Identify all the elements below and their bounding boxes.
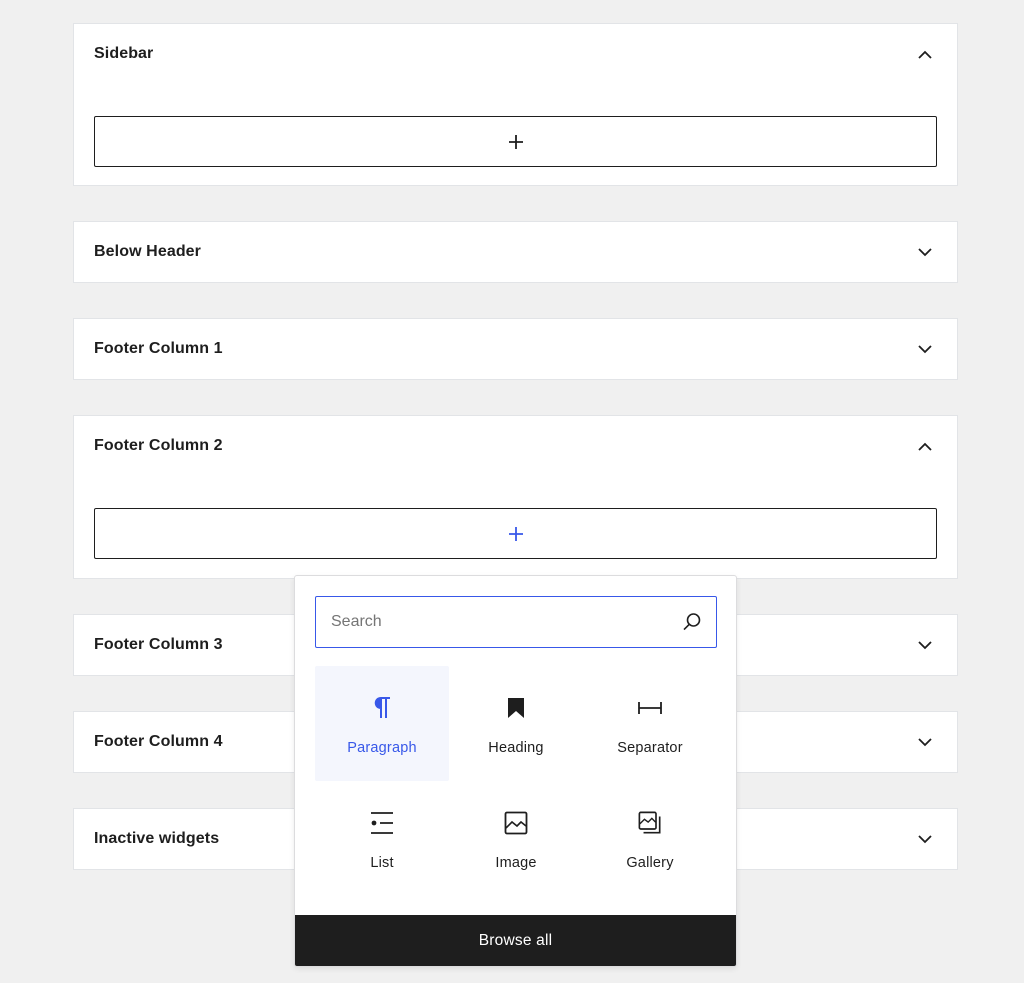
paragraph-icon: [370, 696, 394, 720]
gallery-icon: [638, 811, 662, 835]
chevron-down-icon[interactable]: [913, 730, 937, 754]
widget-area-header[interactable]: Below Header: [74, 222, 957, 282]
block-paragraph[interactable]: Paragraph: [315, 666, 449, 781]
block-list[interactable]: List: [315, 781, 449, 896]
add-block-button[interactable]: [94, 508, 937, 559]
widget-area-footer-column-2: Footer Column 2: [73, 415, 958, 579]
plus-icon: [508, 134, 523, 149]
chevron-up-icon[interactable]: [913, 42, 937, 66]
list-icon: [370, 811, 394, 835]
chevron-down-icon[interactable]: [913, 827, 937, 851]
widget-area-title: Footer Column 1: [94, 340, 223, 357]
widget-area-title: Footer Column 4: [94, 733, 223, 750]
browse-all-button[interactable]: Browse all: [295, 915, 736, 966]
chevron-down-icon[interactable]: [913, 337, 937, 361]
block-separator[interactable]: Separator: [583, 666, 717, 781]
separator-icon: [638, 696, 662, 720]
search-field[interactable]: [315, 596, 717, 648]
chevron-down-icon[interactable]: [913, 633, 937, 657]
widget-area-header[interactable]: Footer Column 2: [74, 416, 957, 476]
chevron-down-icon[interactable]: [913, 240, 937, 264]
widget-area-title: Below Header: [94, 243, 202, 260]
block-image[interactable]: Image: [449, 781, 583, 896]
search-icon[interactable]: [682, 612, 702, 632]
widget-area-title: Inactive widgets: [94, 830, 220, 847]
image-icon: [504, 811, 528, 835]
heading-icon: [504, 696, 528, 720]
block-gallery[interactable]: Gallery: [583, 781, 717, 896]
block-label: Gallery: [626, 855, 674, 871]
widget-area-title: Footer Column 2: [94, 437, 223, 454]
block-label: List: [370, 855, 394, 871]
plus-icon: [508, 526, 523, 541]
block-label: Heading: [488, 740, 544, 756]
chevron-up-icon[interactable]: [913, 434, 937, 458]
widget-area-title: Footer Column 3: [94, 636, 223, 653]
add-block-button[interactable]: [94, 116, 937, 167]
block-types-grid: Paragraph Heading Separator List Image G…: [315, 666, 717, 896]
widget-area-below-header: Below Header: [73, 221, 958, 283]
widget-area-sidebar: Sidebar: [73, 23, 958, 186]
widget-area-footer-column-1: Footer Column 1: [73, 318, 958, 380]
widget-area-header[interactable]: Footer Column 1: [74, 319, 957, 379]
widget-area-header[interactable]: Sidebar: [74, 24, 957, 84]
block-inserter-popover: Paragraph Heading Separator List Image: [294, 575, 737, 967]
widget-area-title: Sidebar: [94, 45, 154, 62]
search-input[interactable]: [331, 613, 682, 631]
block-label: Separator: [617, 740, 683, 756]
block-label: Image: [495, 855, 537, 871]
block-label: Paragraph: [347, 740, 417, 756]
block-heading[interactable]: Heading: [449, 666, 583, 781]
